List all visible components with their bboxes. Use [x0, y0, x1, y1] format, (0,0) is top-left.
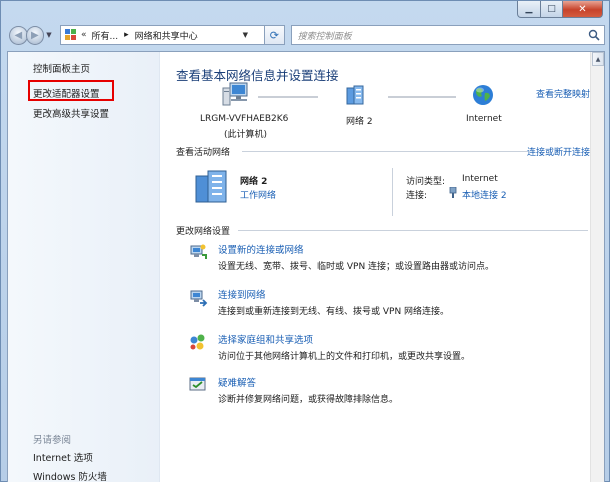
internet-label: Internet: [466, 114, 502, 124]
access-type-label: 访问类型:: [406, 177, 446, 187]
change-settings-divider: [238, 230, 588, 231]
homegroup-icon: [190, 334, 205, 350]
address-history-dropdown[interactable]: ▼: [243, 31, 248, 39]
chevron-down-icon: ▼: [46, 31, 52, 39]
breadcrumb-overflow-chevron[interactable]: «: [81, 30, 87, 40]
recent-pages-dropdown[interactable]: ▼: [46, 31, 56, 39]
active-network-type-link[interactable]: 工作网络: [240, 188, 276, 201]
homegroup-sharing-desc: 访问位于其他网络计算机上的文件和打印机，或更改共享设置。: [218, 352, 471, 362]
task-connect-network: 连接到网络 连接到或重新连接到无线、有线、拨号或 VPN 网络连接。: [188, 287, 588, 321]
active-network-panel: 网络 2 工作网络: [188, 164, 588, 224]
task-setup-connection: 设置新的连接或网络 设置无线、宽带、拨号、临时或 VPN 连接；或设置路由器或访…: [188, 242, 588, 276]
minimize-button[interactable]: ▁: [517, 1, 541, 18]
search-box[interactable]: 搜索控制面板: [290, 25, 606, 45]
see-also-internet-options[interactable]: Internet 选项: [33, 450, 93, 464]
troubleshoot-desc: 诊断并修复网络问题，或获得故障排除信息。: [218, 395, 399, 405]
homegroup-sharing-link[interactable]: 选择家庭组和共享选项: [218, 332, 313, 346]
refresh-button[interactable]: ⟳: [265, 25, 285, 45]
computer-node[interactable]: [222, 82, 250, 111]
address-bar[interactable]: « 所有... ▸ 网络和共享中心 ▼: [59, 25, 266, 45]
task-homegroup-sharing: 选择家庭组和共享选项 访问位于其他网络计算机上的文件和打印机，或更改共享设置。: [188, 332, 588, 366]
search-placeholder: 搜索控制面板: [297, 31, 352, 42]
computer-name: LRGM-VVFHAEB2K6: [200, 114, 289, 124]
close-button[interactable]: ✕: [563, 1, 603, 18]
globe-icon: [473, 85, 493, 105]
search-icon[interactable]: [588, 29, 600, 41]
maximize-button[interactable]: □: [541, 1, 563, 18]
refresh-icon: ⟳: [269, 28, 279, 42]
access-type-value: Internet: [462, 174, 498, 184]
sidebar-item-change-advanced-sharing[interactable]: 更改高级共享设置: [33, 106, 109, 120]
active-networks-heading: 查看活动网络: [176, 148, 231, 158]
window: ▁ □ ✕ ◀ ▶ ▼ « 所有... ▸ 网络和共享中心 ▼ ⟳ 搜索控制面板: [0, 0, 610, 482]
network-building-icon: [346, 85, 364, 105]
forward-arrow-icon: ▶: [31, 29, 39, 41]
forward-button[interactable]: ▶: [25, 25, 45, 45]
page-title: 查看基本网络信息并设置连接: [176, 68, 339, 83]
vertical-scrollbar[interactable]: ▲: [590, 52, 604, 482]
network-building-large-icon: [195, 170, 227, 203]
connect-network-icon: [190, 290, 208, 307]
connect-network-link[interactable]: 连接到网络: [218, 287, 266, 301]
control-panel-icon: [64, 29, 77, 41]
sidebar: 控制面板主页 更改适配器设置 更改高级共享设置 另请参阅 Internet 选项…: [8, 52, 160, 482]
setup-connection-icon: [190, 244, 207, 259]
connect-network-desc: 连接到或重新连接到无线、有线、拨号或 VPN 网络连接。: [218, 307, 450, 317]
caption-buttons: ▁ □ ✕: [517, 1, 603, 18]
see-also-windows-firewall[interactable]: Windows 防火墙: [33, 469, 107, 482]
back-button[interactable]: ◀: [9, 25, 28, 45]
connect-disconnect-link[interactable]: 连接或断开连接: [527, 145, 590, 158]
active-network-name: 网络 2: [240, 177, 268, 187]
setup-connection-desc: 设置无线、宽带、拨号、临时或 VPN 连接；或设置路由器或访问点。: [218, 262, 495, 272]
local-connection-link[interactable]: 本地连接 2: [462, 188, 507, 201]
content-area: 控制面板主页 更改适配器设置 更改高级共享设置 另请参阅 Internet 选项…: [7, 51, 605, 482]
task-troubleshoot: 疑难解答 诊断并修复网络问题，或获得故障排除信息。: [188, 375, 588, 409]
main-panel: 查看基本网络信息并设置连接 查看完整映射 LRGM-VVFHAEB2K6 (此计…: [160, 52, 592, 482]
view-full-map-link[interactable]: 查看完整映射: [536, 87, 590, 100]
see-also-heading: 另请参阅: [33, 435, 72, 446]
active-networks-divider: [242, 151, 528, 152]
back-arrow-icon: ◀: [14, 29, 23, 41]
troubleshoot-link[interactable]: 疑难解答: [218, 375, 256, 389]
internet-node[interactable]: [471, 83, 495, 110]
ethernet-plug-icon: [449, 187, 457, 198]
navigation-bar: ◀ ▶ ▼ « 所有... ▸ 网络和共享中心 ▼ ⟳ 搜索控制面板: [9, 24, 606, 46]
arrow-up-icon: ▲: [595, 55, 601, 63]
troubleshoot-icon: [189, 377, 206, 391]
breadcrumb-separator[interactable]: ▸: [124, 30, 129, 40]
breadcrumb-all-items[interactable]: 所有...: [91, 29, 118, 42]
scroll-up-button[interactable]: ▲: [592, 52, 604, 66]
network-node[interactable]: [345, 84, 367, 109]
network-line-2: [388, 96, 456, 98]
sidebar-item-change-adapter-settings[interactable]: 更改适配器设置: [33, 86, 100, 100]
setup-connection-link[interactable]: 设置新的连接或网络: [218, 242, 304, 256]
network-name: 网络 2: [346, 117, 373, 127]
computer-icon: [222, 82, 248, 106]
network-line-1: [258, 96, 318, 98]
connection-label: 连接:: [406, 191, 428, 201]
sidebar-item-control-panel-home[interactable]: 控制面板主页: [33, 61, 90, 75]
change-settings-heading: 更改网络设置: [176, 227, 231, 237]
active-network-separator: [392, 168, 393, 216]
breadcrumb-network-center[interactable]: 网络和共享中心: [135, 29, 198, 42]
computer-subtitle: (此计算机): [224, 130, 268, 140]
